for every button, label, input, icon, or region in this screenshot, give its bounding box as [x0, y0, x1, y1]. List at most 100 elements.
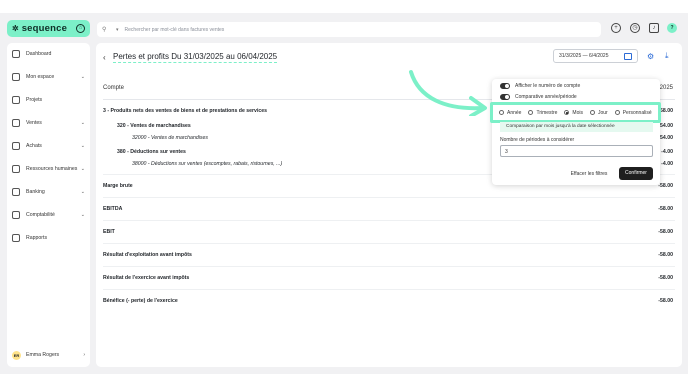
- sequence-logo-icon: ✲: [12, 24, 19, 33]
- calendar-icon: [624, 52, 632, 60]
- bell-icon[interactable]: ♪: [649, 23, 659, 33]
- row-value: -54.00: [658, 123, 673, 129]
- sidebar-item-comptabilite[interactable]: Comptabilité ⌄: [12, 209, 85, 221]
- add-icon[interactable]: +: [611, 23, 621, 33]
- sidebar-item-ventes[interactable]: Ventes ⌄: [12, 117, 85, 129]
- show-account-number-toggle[interactable]: Afficher le numéro de compte: [500, 83, 580, 89]
- annotation-arrow-icon: [409, 70, 487, 116]
- sidebar-item-projets[interactable]: Projets: [12, 94, 85, 106]
- column-header-account: Compte: [103, 85, 125, 91]
- sales-icon: [12, 119, 20, 127]
- chevron-down-icon: ⌄: [80, 212, 85, 218]
- avatar: ER: [12, 350, 21, 360]
- row-label: 320 - Ventes de marchandises: [117, 123, 191, 129]
- sidebar-item-dashboard[interactable]: Dashboard: [12, 48, 85, 60]
- radio-trimestre[interactable]: Trimestre: [528, 110, 557, 116]
- num-periods-input[interactable]: 3: [500, 145, 653, 157]
- sidebar-item-achats[interactable]: Achats ⌄: [12, 140, 85, 152]
- radio-personnalise[interactable]: Personnalisé: [614, 109, 652, 116]
- sidebar-item-banking[interactable]: Banking ⌄: [12, 186, 85, 198]
- home-icon: [12, 50, 20, 58]
- back-arrow-icon[interactable]: ‹: [103, 53, 106, 62]
- brand-logo[interactable]: ✲ sequence ☆: [7, 20, 90, 37]
- toggle-label: Afficher le numéro de compte: [515, 83, 581, 89]
- chevron-down-icon: ⌄: [80, 74, 85, 80]
- search-placeholder: Rechercher par mot-clé dans factures ven…: [124, 26, 225, 33]
- date-range-picker[interactable]: 31/3/2025 — 6/4/2025: [553, 49, 638, 63]
- row-label: Résultat de l'exercice avant impôts: [103, 275, 190, 281]
- toggle-switch[interactable]: [500, 83, 510, 89]
- row-label: EBITDA: [103, 206, 123, 212]
- search-scope-dropdown[interactable]: ▾: [116, 27, 119, 33]
- table-row[interactable]: Bénéfice (- perte) de l'exercice -58.00: [103, 298, 673, 308]
- row-value: -58.00: [658, 252, 673, 258]
- row-label: Bénéfice (- perte) de l'exercice: [103, 298, 178, 304]
- radio-button-selected[interactable]: [564, 110, 570, 115]
- radio-button[interactable]: [614, 110, 620, 115]
- search-input[interactable]: ⚲ ▾ Rechercher par mot-clé dans factures…: [97, 22, 601, 37]
- row-label: 32000 - Ventes de marchandises: [132, 135, 208, 141]
- table-row[interactable]: EBIT -58.00: [103, 229, 673, 239]
- row-label: Résultat d'exploitation avant impôts: [103, 252, 192, 258]
- sidebar-item-label: Comptabilité: [26, 212, 55, 218]
- radio-button[interactable]: [499, 110, 504, 115]
- people-icon: [12, 165, 20, 173]
- row-value: -54.00: [658, 135, 673, 141]
- divider: [103, 266, 675, 267]
- radio-label: Jour: [597, 109, 608, 116]
- row-value: -58.00: [658, 298, 673, 304]
- radio-label: Mois: [572, 109, 583, 116]
- row-label: 380 - Déductions sur ventes: [117, 149, 186, 155]
- divider: [103, 220, 675, 221]
- sidebar-item-mon-espace[interactable]: Mon espace ⌄: [12, 71, 85, 83]
- radio-jour[interactable]: Jour: [589, 109, 608, 116]
- sidebar-item-label: Banking: [26, 189, 45, 195]
- sidebar-item-label: Projets: [26, 97, 43, 103]
- bank-icon: [12, 188, 20, 196]
- help-icon[interactable]: ?: [667, 23, 677, 33]
- confirm-button[interactable]: Confirmer: [619, 167, 653, 180]
- sidebar-item-label: Rapports: [26, 235, 48, 241]
- ledger-icon: [12, 211, 20, 219]
- user-icon: [12, 73, 20, 81]
- pin-icon[interactable]: ☆: [76, 24, 85, 33]
- radio-button[interactable]: [528, 110, 534, 115]
- table-row[interactable]: EBITDA -58.00: [103, 206, 673, 216]
- toggle-label: Comparative année/période: [515, 94, 577, 100]
- sidebar-item-label: Dashboard: [26, 51, 52, 57]
- sidebar-item-ressources-humaines[interactable]: Ressources humaines ⌄: [12, 163, 85, 175]
- chevron-down-icon: ⌄: [80, 189, 85, 195]
- table-row[interactable]: Résultat d'exploitation avant impôts -58…: [103, 252, 673, 262]
- row-label: EBIT: [103, 229, 115, 235]
- radio-label: Personnalisé: [622, 109, 652, 116]
- sidebar-item-rapports[interactable]: Rapports: [12, 232, 85, 244]
- table-row[interactable]: Résultat de l'exercice avant impôts -58.…: [103, 275, 673, 285]
- sidebar-item-label: Achats: [26, 143, 42, 149]
- column-header-period: /2025: [657, 85, 673, 91]
- chevron-down-icon: ⌄: [80, 120, 85, 126]
- radio-label: Année: [507, 109, 522, 116]
- toggle-switch[interactable]: [500, 94, 510, 100]
- filter-settings-icon[interactable]: ⚙: [647, 52, 654, 61]
- radio-button[interactable]: [589, 110, 595, 115]
- sidebar-item-label: Ventes: [26, 120, 42, 126]
- sidebar-item-label: Ressources humaines: [26, 166, 78, 172]
- comparative-toggle[interactable]: Comparative année/période: [500, 94, 577, 100]
- period-hint: Comparaison par mois jusqu'à la date sél…: [500, 122, 653, 132]
- date-range-value: 31/3/2025 — 6/4/2025: [559, 53, 609, 59]
- divider: [103, 289, 675, 290]
- row-value: -58.00: [658, 275, 673, 281]
- clear-filters-button[interactable]: Effacer les filtres: [563, 168, 615, 180]
- chevron-down-icon: ⌄: [80, 166, 85, 172]
- radio-annee[interactable]: Année: [499, 110, 521, 116]
- divider: [103, 243, 675, 244]
- row-value: -4.00: [661, 149, 673, 155]
- download-icon[interactable]: ⤓: [665, 51, 669, 61]
- user-menu[interactable]: ER Emma Rogers ›: [12, 349, 85, 361]
- row-label: 38000 - Déductions sur ventes (escomptes…: [132, 161, 283, 167]
- row-label: 3 - Produits nets des ventes de biens et…: [103, 108, 268, 114]
- clock-icon[interactable]: ◷: [630, 23, 640, 33]
- cart-icon: [12, 142, 20, 150]
- radio-mois[interactable]: Mois: [564, 110, 583, 116]
- brand-name: sequence: [21, 23, 68, 34]
